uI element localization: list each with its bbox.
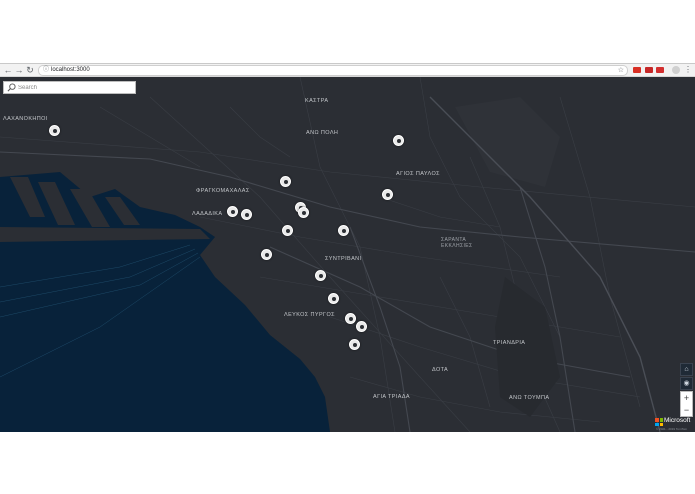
map-marker[interactable]: [49, 125, 60, 136]
arrow-left-icon: ←: [3, 65, 13, 75]
home-button[interactable]: ⌂: [680, 363, 693, 376]
extension-icon-1[interactable]: [633, 67, 641, 73]
zoom-out-button[interactable]: −: [681, 404, 692, 416]
microsoft-logo-icon: [655, 418, 663, 426]
map-label-agia-triada: ΑΓΙΑ ΤΡΙΑΔΑ: [373, 394, 410, 400]
map-marker[interactable]: [338, 225, 349, 236]
address-bar[interactable]: ⓘ localhost:3000 ☆: [38, 65, 628, 76]
bookmark-star-icon[interactable]: ☆: [618, 66, 624, 75]
browser-window: ← → ↻ ⓘ localhost:3000 ☆ ⋮ Search ΚΑΣΤΡΑ…: [0, 63, 695, 432]
map-canvas[interactable]: ΚΑΣΤΡΑ ΑΝΩ ΠΟΛΗ ΛΑΧΑΝΟΚΗΠΟΙ ΑΓΙΟΣ ΠΑΥΛΟΣ…: [0, 77, 695, 432]
map-label-ano-toumpa: ΑΝΩ ΤΟΥΜΠΑ: [509, 395, 550, 401]
extension-icon-3[interactable]: [656, 67, 664, 73]
arrow-right-icon: →: [14, 65, 24, 75]
map-label-agios-pavlos: ΑΓΙΟΣ ΠΑΥΛΟΣ: [396, 171, 440, 177]
zoom-control: + −: [680, 391, 693, 417]
search-input[interactable]: [18, 82, 130, 93]
map-label-syntrivani: ΣΥΝΤΡΙΒΑΝΙ: [325, 256, 362, 262]
map-marker[interactable]: [382, 189, 393, 200]
map-label-ano-poli: ΑΝΩ ΠΟΛΗ: [306, 130, 339, 136]
browser-toolbar: ← → ↻ ⓘ localhost:3000 ☆ ⋮: [0, 64, 695, 77]
map-marker[interactable]: [393, 135, 404, 146]
map-marker[interactable]: [261, 249, 272, 260]
info-icon[interactable]: ⓘ: [43, 66, 49, 75]
map-label-saranta-ekklisies: ΣΑΡΑΝΤΑ ΕΚΚΛΗΣΙΕΣ: [441, 237, 473, 249]
map-marker[interactable]: [356, 321, 367, 332]
map-label-fragkomachalas: ΦΡΑΓΚΟΜΑΧΑΛΑΣ: [196, 188, 250, 194]
map-marker[interactable]: [349, 339, 360, 350]
browser-menu-button[interactable]: ⋮: [684, 64, 692, 76]
map-copyright: © 2021 - 2019 TomTom: [656, 427, 688, 431]
map-marker[interactable]: [345, 313, 356, 324]
map-marker[interactable]: [298, 207, 309, 218]
map-marker[interactable]: [227, 206, 238, 217]
map-label-dota: ΔΟΤΑ: [432, 367, 449, 373]
map-base-layer: [0, 77, 695, 432]
zoom-in-button[interactable]: +: [681, 392, 692, 404]
map-label-kastra: ΚΑΣΤΡΑ: [305, 98, 329, 104]
extension-icon-2[interactable]: [645, 67, 653, 73]
home-icon: ⌂: [684, 366, 689, 373]
map-marker[interactable]: [315, 270, 326, 281]
search-box[interactable]: [3, 81, 136, 94]
map-marker[interactable]: [328, 293, 339, 304]
map-label-ladadika: ΛΑΔΑΔΙΚΑ: [192, 211, 223, 217]
map-label-triandria: ΤΡΙΑΝΔΡΙΑ: [493, 340, 526, 346]
locate-button[interactable]: ◉: [680, 377, 693, 390]
map-label-lachanokipoi: ΛΑΧΑΝΟΚΗΠΟΙ: [3, 116, 48, 122]
profile-avatar[interactable]: [672, 66, 680, 74]
map-marker[interactable]: [280, 176, 291, 187]
locate-icon: ◉: [683, 380, 690, 387]
forward-button[interactable]: →: [14, 64, 24, 76]
back-button[interactable]: ←: [3, 64, 13, 76]
reload-icon: ↻: [26, 65, 34, 75]
microsoft-brand-text: Microsoft: [664, 417, 691, 424]
search-icon: [7, 83, 16, 92]
address-url: localhost:3000: [51, 67, 90, 73]
reload-button[interactable]: ↻: [25, 64, 35, 76]
map-marker[interactable]: [282, 225, 293, 236]
map-label-lefkos-pyrgos: ΛΕΥΚΟΣ ΠΥΡΓΟΣ: [284, 312, 335, 318]
map-marker[interactable]: [241, 209, 252, 220]
